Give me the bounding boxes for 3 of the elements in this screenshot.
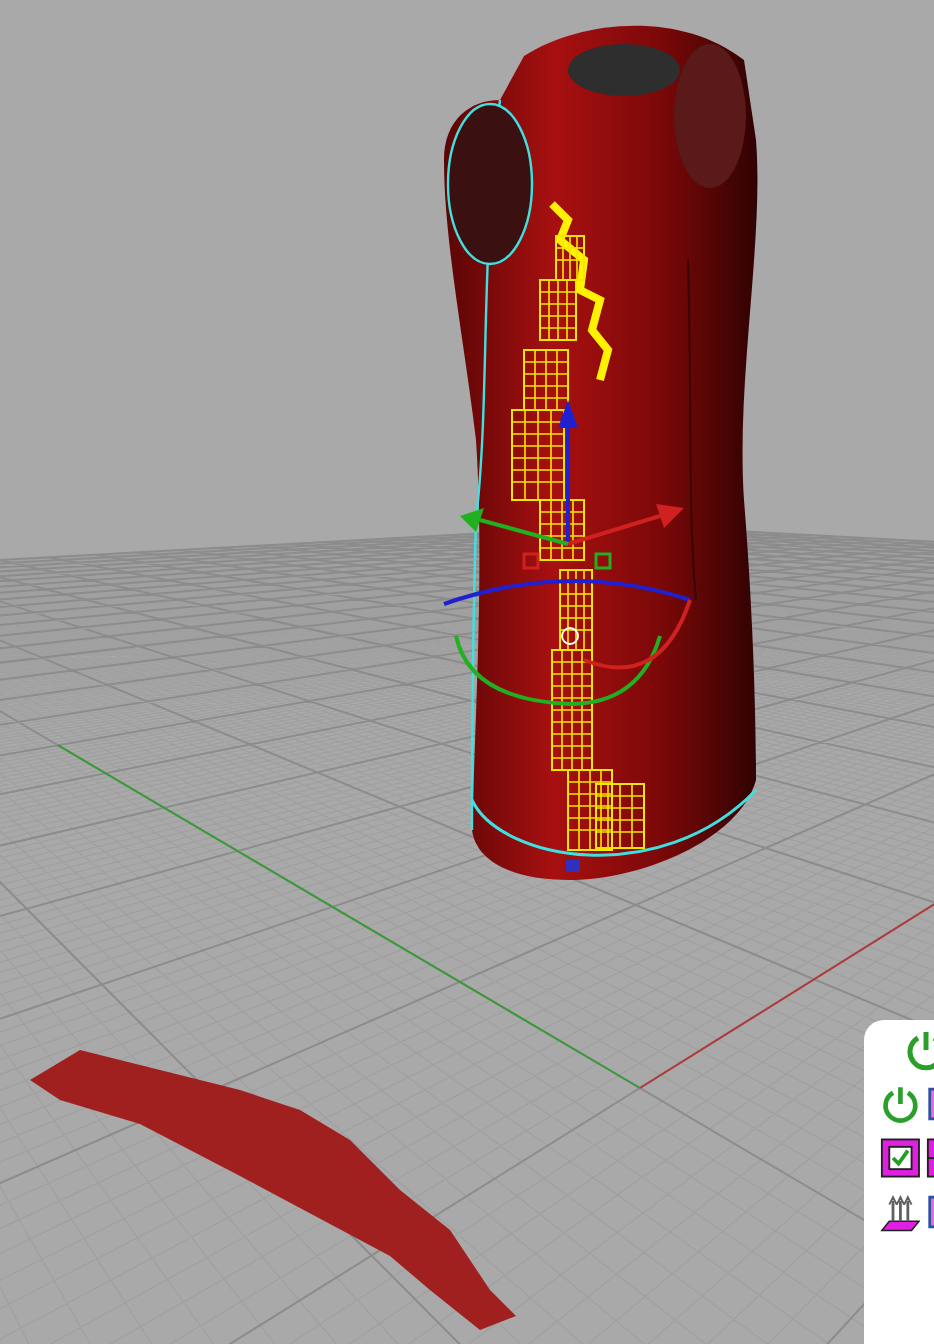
arrows-on-plane-icon[interactable] — [880, 1190, 921, 1234]
power-icon[interactable] — [880, 1082, 921, 1126]
checked-grid-icon[interactable] — [880, 1136, 921, 1180]
